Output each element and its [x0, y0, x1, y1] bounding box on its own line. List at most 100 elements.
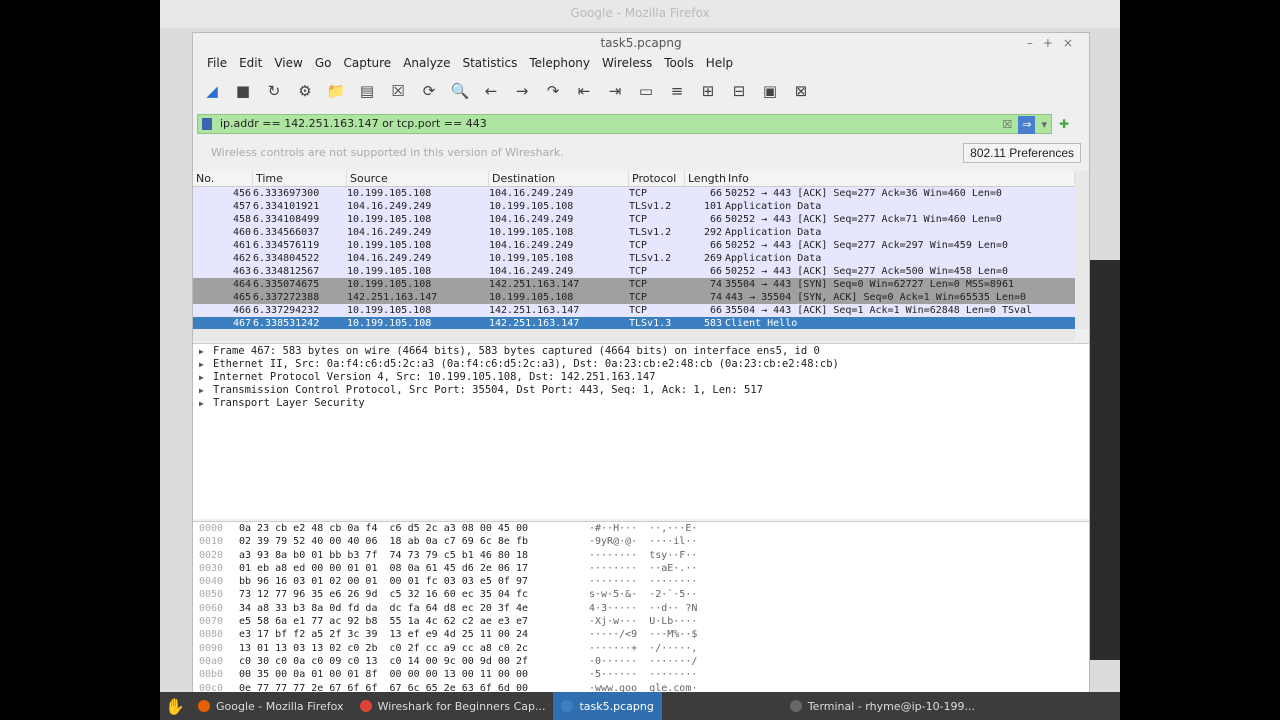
packet-list-hscrollbar[interactable] [193, 329, 1075, 341]
byte-ascii[interactable]: ·······+ ·/·····, [589, 642, 697, 655]
normal-size-icon[interactable]: ▣ [759, 80, 781, 102]
byte-ascii[interactable]: ·····/<9 ···M%··$ [589, 628, 697, 641]
column-header-destination[interactable]: Destination [489, 171, 629, 186]
byte-hex[interactable]: bb 96 16 03 01 02 00 01 00 01 fc 03 03 e… [239, 575, 589, 588]
packet-list-vscrollbar[interactable] [1075, 171, 1089, 329]
menu-wireless[interactable]: Wireless [596, 53, 658, 73]
packet-row[interactable]: 458 6.334108499 10.199.105.108 104.16.249.2… [193, 213, 1075, 226]
detail-tree-item[interactable]: ▶ Transport Layer Security [193, 397, 1089, 410]
options-gear-icon[interactable]: ⚙ [294, 80, 316, 102]
detail-tree-item[interactable]: ▶ Ethernet II, Src: 0a:f4:c6:d5:2c:a3 (0a… [193, 358, 1089, 371]
back-icon[interactable]: ← [480, 80, 502, 102]
packet-row[interactable]: 467 6.338531242 10.199.105.108 142.251.163.… [193, 317, 1075, 329]
forward-icon[interactable]: → [511, 80, 533, 102]
menu-statistics[interactable]: Statistics [456, 53, 523, 73]
clear-filter-icon[interactable]: ☒ [1002, 116, 1012, 134]
byte-hex[interactable]: 34 a8 33 b3 8a 0d fd da dc fa 64 d8 ec 2… [239, 602, 589, 615]
last-icon[interactable]: ⇥ [604, 80, 626, 102]
jump-icon[interactable]: ↷ [542, 80, 564, 102]
reload-icon[interactable]: ⟳ [418, 80, 440, 102]
detail-tree-item[interactable]: ▶ Transmission Control Protocol, Src Port… [193, 384, 1089, 397]
taskbar-item[interactable]: Terminal - rhyme@ip-10-199... [782, 692, 983, 720]
menu-go[interactable]: Go [309, 53, 338, 73]
menu-file[interactable]: File [201, 53, 233, 73]
filter-bookmark-icon[interactable] [202, 118, 212, 130]
taskbar-item[interactable]: task5.pcapng [553, 692, 662, 720]
byte-hex[interactable]: 0a 23 cb e2 48 cb 0a f4 c6 d5 2c a3 08 0… [239, 522, 589, 535]
byte-hex[interactable]: e3 17 bf f2 a5 2f 3c 39 13 ef e9 4d 25 1… [239, 628, 589, 641]
packet-row[interactable]: 456 6.333697300 10.199.105.108 104.16.249.2… [193, 187, 1075, 200]
expand-arrow-icon[interactable]: ▶ [199, 345, 213, 358]
byte-hex[interactable]: c0 30 c0 0a c0 09 c0 13 c0 14 00 9c 00 9… [239, 655, 589, 668]
packet-row[interactable]: 462 6.334804522 104.16.249.249 10.199.105.1… [193, 252, 1075, 265]
zoom-in-icon[interactable]: ⊞ [697, 80, 719, 102]
colorize-icon[interactable]: ≡ [666, 80, 688, 102]
shark-fin-icon[interactable]: ◢ [201, 80, 223, 102]
expand-arrow-icon[interactable]: ▶ [199, 397, 213, 410]
expand-arrow-icon[interactable]: ▶ [199, 384, 213, 397]
save-icon[interactable]: ▤ [356, 80, 378, 102]
taskbar-item[interactable]: Google - Mozilla Firefox [190, 692, 352, 720]
packet-row[interactable]: 460 6.334566037 104.16.249.249 10.199.105.1… [193, 226, 1075, 239]
column-header-length[interactable]: Length [685, 171, 726, 186]
autoscroll-icon[interactable]: ▭ [635, 80, 657, 102]
packet-row[interactable]: 463 6.334812567 10.199.105.108 104.16.249.2… [193, 265, 1075, 278]
minimize-button[interactable]: – [1027, 36, 1043, 50]
packet-row[interactable]: 461 6.334576119 10.199.105.108 104.16.249.2… [193, 239, 1075, 252]
detail-tree-item[interactable]: ▶ Frame 467: 583 bytes on wire (4664 bits… [193, 345, 1089, 358]
column-header-info[interactable]: Info [725, 171, 1075, 186]
packet-row[interactable]: 465 6.337272388 142.251.163.147 10.199.105.… [193, 291, 1075, 304]
byte-ascii[interactable]: ········ ··aE·.·· [589, 562, 697, 575]
search-icon[interactable]: 🔍 [449, 80, 471, 102]
first-icon[interactable]: ⇤ [573, 80, 595, 102]
close-file-icon[interactable]: ☒ [387, 80, 409, 102]
packet-row[interactable]: 457 6.334101921 104.16.249.249 10.199.105.1… [193, 200, 1075, 213]
byte-ascii[interactable]: ·0······ ·······/ [589, 655, 697, 668]
byte-ascii[interactable]: ·#··H··· ··,···E· [589, 522, 697, 535]
column-header-no[interactable]: No. [193, 171, 253, 186]
packet-row[interactable]: 466 6.337294232 10.199.105.108 142.251.163.… [193, 304, 1075, 317]
packet-row[interactable]: 464 6.335074675 10.199.105.108 142.251.163.… [193, 278, 1075, 291]
80211-preferences-button[interactable]: 802.11 Preferences [963, 143, 1081, 163]
stop-icon[interactable]: ■ [232, 80, 254, 102]
byte-hex[interactable]: 73 12 77 96 35 e6 26 9d c5 32 16 60 ec 3… [239, 588, 589, 601]
menu-tools[interactable]: Tools [658, 53, 700, 73]
column-header-protocol[interactable]: Protocol [629, 171, 685, 186]
taskbar-item[interactable]: Wireshark for Beginners Cap... [352, 692, 554, 720]
byte-ascii[interactable]: 4·3····· ··d·· ?N [589, 602, 697, 615]
filter-dropdown-icon[interactable]: ▾ [1041, 116, 1047, 134]
byte-ascii[interactable]: ·Xj·w··· U·Lb···· [589, 615, 697, 628]
byte-ascii[interactable]: ·9yR@·@· ····il·· [589, 535, 697, 548]
zoom-out-icon[interactable]: ⊟ [728, 80, 750, 102]
byte-ascii[interactable]: ·5······ ········ [589, 668, 697, 681]
close-button[interactable]: × [1063, 36, 1083, 50]
byte-hex[interactable]: 13 01 13 03 13 02 c0 2b c0 2f cc a9 cc a… [239, 642, 589, 655]
expand-arrow-icon[interactable]: ▶ [199, 371, 213, 384]
byte-hex[interactable]: 01 eb a8 ed 00 00 01 01 08 0a 61 45 d6 2… [239, 562, 589, 575]
detail-tree-item[interactable]: ▶ Internet Protocol Version 4, Src: 10.19… [193, 371, 1089, 384]
apply-filter-icon[interactable]: ⇒ [1018, 116, 1036, 134]
display-filter-input[interactable]: ip.addr == 142.251.163.147 or tcp.port =… [197, 114, 1052, 134]
add-filter-button-icon[interactable]: ✚ [1059, 117, 1069, 131]
menu-edit[interactable]: Edit [233, 53, 268, 73]
start-menu-icon[interactable]: ✋ [160, 697, 190, 716]
menu-view[interactable]: View [268, 53, 308, 73]
column-header-source[interactable]: Source [347, 171, 489, 186]
resize-columns-icon[interactable]: ⊠ [790, 80, 812, 102]
menu-telephony[interactable]: Telephony [523, 53, 596, 73]
maximize-button[interactable]: + [1043, 36, 1063, 50]
byte-hex[interactable]: e5 58 6a e1 77 ac 92 b8 55 1a 4c 62 c2 a… [239, 615, 589, 628]
byte-hex[interactable]: 00 35 00 0a 01 00 01 8f 00 00 00 13 00 1… [239, 668, 589, 681]
open-folder-icon[interactable]: 📁 [325, 80, 347, 102]
byte-hex[interactable]: a3 93 8a b0 01 bb b3 7f 74 73 79 c5 b1 4… [239, 549, 589, 562]
expand-arrow-icon[interactable]: ▶ [199, 358, 213, 371]
byte-ascii[interactable]: ········ ········ [589, 575, 697, 588]
restart-icon[interactable]: ↻ [263, 80, 285, 102]
byte-ascii[interactable]: s·w·5·&· ·2·`·5·· [589, 588, 697, 601]
column-header-time[interactable]: Time [253, 171, 347, 186]
menu-capture[interactable]: Capture [337, 53, 397, 73]
byte-hex[interactable]: 02 39 79 52 40 00 40 06 18 ab 0a c7 69 6… [239, 535, 589, 548]
menu-analyze[interactable]: Analyze [397, 53, 456, 73]
menu-help[interactable]: Help [700, 53, 739, 73]
byte-ascii[interactable]: ········ tsy··F·· [589, 549, 697, 562]
